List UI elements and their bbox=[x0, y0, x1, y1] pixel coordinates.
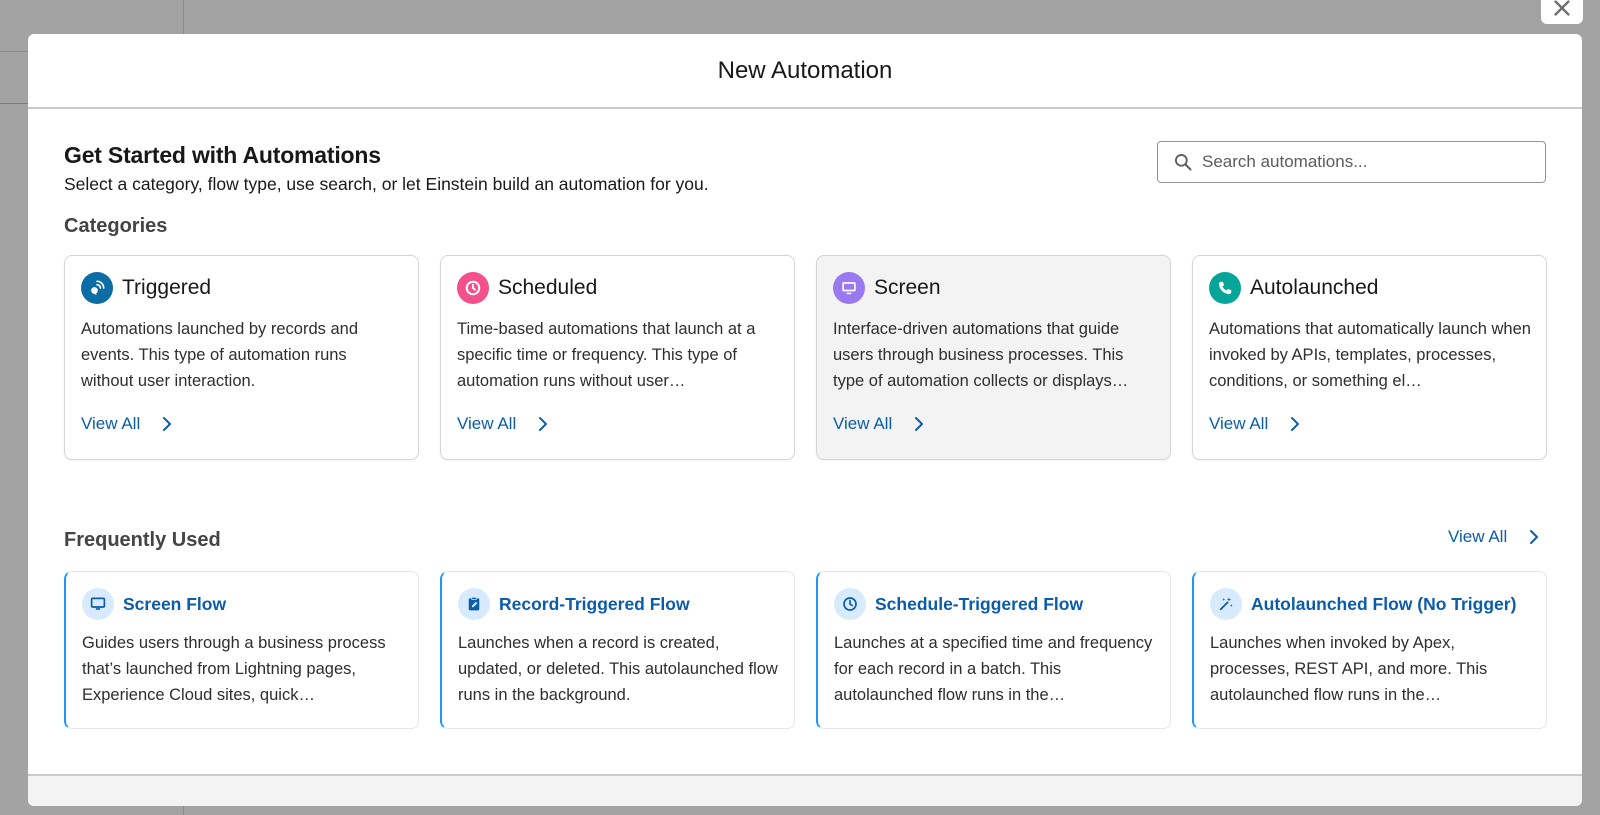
categories-grid: Triggered Automations launched by record… bbox=[64, 255, 1547, 460]
flow-card-autolaunched-no-trigger[interactable]: Autolaunched Flow (No Trigger) Launches … bbox=[1192, 571, 1547, 729]
category-title: Screen bbox=[874, 276, 941, 299]
chevron-right-icon bbox=[1291, 417, 1300, 431]
flow-description: Guides users through a business process … bbox=[82, 634, 386, 704]
clock-icon bbox=[457, 272, 489, 304]
modal-header: New Automation bbox=[28, 34, 1582, 109]
flow-card-screen-flow[interactable]: Screen Flow Guides users through a busin… bbox=[64, 571, 419, 729]
chevron-right-icon bbox=[1530, 530, 1539, 544]
search-icon bbox=[1175, 154, 1192, 171]
chevron-right-icon bbox=[915, 417, 924, 431]
satellite-signal-icon bbox=[81, 272, 113, 304]
view-all-label: View All bbox=[81, 414, 141, 433]
modal-title: New Automation bbox=[717, 56, 893, 84]
category-description: Automations launched by records and even… bbox=[81, 320, 359, 390]
close-icon bbox=[1554, 0, 1570, 16]
intro-heading: Get Started with Automations bbox=[64, 142, 381, 168]
chevron-right-icon bbox=[539, 417, 548, 431]
close-modal-button[interactable] bbox=[1541, 0, 1583, 24]
view-all-label: View All bbox=[1209, 414, 1269, 433]
category-title: Autolaunched bbox=[1250, 276, 1379, 299]
flow-title: Record-Triggered Flow bbox=[499, 593, 690, 614]
background-divider bbox=[0, 103, 28, 104]
category-description: Interface-driven automations that guide … bbox=[833, 320, 1129, 390]
search-box[interactable] bbox=[1157, 141, 1546, 183]
clipboard-edit-icon bbox=[458, 588, 490, 620]
background-divider bbox=[0, 51, 28, 52]
frequently-used-label: Frequently Used bbox=[64, 529, 221, 551]
view-all-label: View All bbox=[1448, 527, 1508, 546]
flow-card-record-triggered[interactable]: Record-Triggered Flow Launches when a re… bbox=[440, 571, 795, 729]
modal-body: Get Started with Automations Select a ca… bbox=[28, 109, 1582, 774]
frequently-used-grid: Screen Flow Guides users through a busin… bbox=[64, 571, 1547, 729]
flow-title: Screen Flow bbox=[123, 593, 227, 614]
category-title: Triggered bbox=[122, 276, 212, 299]
category-title: Scheduled bbox=[498, 276, 598, 299]
flow-description: Launches at a specified time and frequen… bbox=[834, 634, 1153, 704]
new-automation-modal: New Automation Get Started with Automati… bbox=[28, 34, 1582, 806]
category-card-scheduled[interactable]: Scheduled Time-based automations that la… bbox=[440, 255, 795, 460]
view-all-link[interactable]: View All bbox=[1209, 414, 1304, 434]
flow-description: Launches when a record is created, updat… bbox=[458, 634, 778, 704]
clock-icon bbox=[834, 588, 866, 620]
category-card-triggered[interactable]: Triggered Automations launched by record… bbox=[64, 255, 419, 460]
flow-title: Schedule-Triggered Flow bbox=[875, 593, 1084, 614]
flow-title: Autolaunched Flow (No Trigger) bbox=[1251, 593, 1517, 614]
intro-subtitle: Select a category, flow type, use search… bbox=[64, 174, 709, 194]
frequently-used-view-all-link[interactable]: View All bbox=[1448, 527, 1543, 547]
view-all-link[interactable]: View All bbox=[833, 414, 928, 434]
modal-footer bbox=[28, 774, 1582, 806]
flow-description: Launches when invoked by Apex, processes… bbox=[1210, 634, 1488, 704]
view-all-link[interactable]: View All bbox=[81, 414, 176, 434]
category-card-autolaunched[interactable]: Autolaunched Automations that automatica… bbox=[1192, 255, 1547, 460]
flow-card-schedule-triggered[interactable]: Schedule-Triggered Flow Launches at a sp… bbox=[816, 571, 1171, 729]
monitor-icon bbox=[82, 588, 114, 620]
search-input[interactable] bbox=[1202, 152, 1532, 172]
category-description: Automations that automatically launch wh… bbox=[1209, 320, 1531, 390]
monitor-icon bbox=[833, 272, 865, 304]
categories-label: Categories bbox=[64, 215, 168, 237]
view-all-link[interactable]: View All bbox=[457, 414, 552, 434]
view-all-label: View All bbox=[833, 414, 893, 433]
view-all-label: View All bbox=[457, 414, 517, 433]
intro: Get Started with Automations Select a ca… bbox=[64, 142, 709, 195]
phone-icon bbox=[1209, 272, 1241, 304]
magic-wand-icon bbox=[1210, 588, 1242, 620]
chevron-right-icon bbox=[163, 417, 172, 431]
category-description: Time-based automations that launch at a … bbox=[457, 320, 756, 390]
category-card-screen[interactable]: Screen Interface-driven automations that… bbox=[816, 255, 1171, 460]
